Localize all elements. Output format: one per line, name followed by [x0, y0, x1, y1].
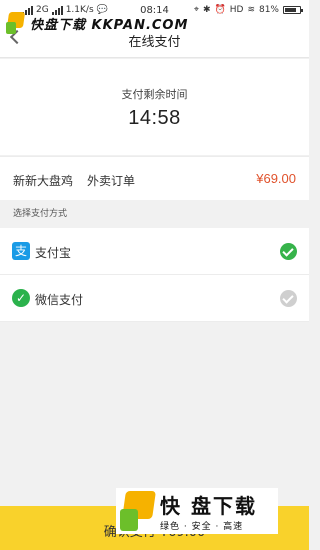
pay-method-list: 支 支付宝 ✓ 微信支付	[0, 228, 309, 322]
hd-label: HD	[229, 5, 244, 15]
bluetooth-icon: ✱	[202, 5, 211, 15]
pay-method-label: 支付宝	[35, 246, 72, 260]
wechat-icon: ✓	[12, 289, 30, 307]
order-summary: 新新大盘鸡 外卖订单 ¥69.00	[0, 156, 309, 200]
watermark-logo-top: 快盘下载 KKPAN.COM	[6, 12, 188, 34]
watermark-subtitle: 绿色 · 安全 · 高速	[160, 522, 244, 532]
shop-name: 新新大盘鸡	[13, 174, 74, 188]
watermark-text: 快盘下载 KKPAN.COM	[30, 17, 189, 33]
battery-percent: 81%	[258, 5, 279, 15]
order-price: ¥69.00	[256, 171, 296, 186]
status-right: ⌖ ✱ ⏰ HD ≋ 81%	[193, 5, 303, 15]
watermark-text-block: 快 盘下载 绿色 · 安全 · 高速	[160, 490, 257, 532]
check-selected-icon[interactable]	[280, 243, 297, 260]
check-unselected-icon[interactable]	[280, 290, 297, 307]
battery-icon	[283, 6, 303, 14]
pay-method-wechat[interactable]: ✓ 微信支付	[0, 275, 309, 322]
location-icon: ⌖	[193, 5, 199, 15]
section-title-pay-method: 选择支付方式	[13, 209, 68, 219]
watermark-logo-icon	[6, 12, 26, 34]
order-type: 外卖订单	[87, 174, 136, 188]
watermark-big-logo-icon	[120, 491, 156, 531]
payment-timer: 支付剩余时间 14:58	[0, 59, 309, 155]
alarm-icon: ⏰	[214, 5, 226, 15]
wifi-icon: ≋	[247, 5, 255, 15]
timer-label: 支付剩余时间	[121, 88, 188, 101]
pay-method-alipay[interactable]: 支 支付宝	[0, 228, 309, 275]
watermark-title: 快 盘下载	[160, 494, 257, 518]
watermark-logo-bottom: 快 盘下载 绿色 · 安全 · 高速	[116, 488, 278, 534]
pay-method-label: 微信支付	[35, 293, 84, 307]
timer-value: 14:58	[128, 107, 181, 129]
alipay-icon: 支	[12, 242, 30, 260]
